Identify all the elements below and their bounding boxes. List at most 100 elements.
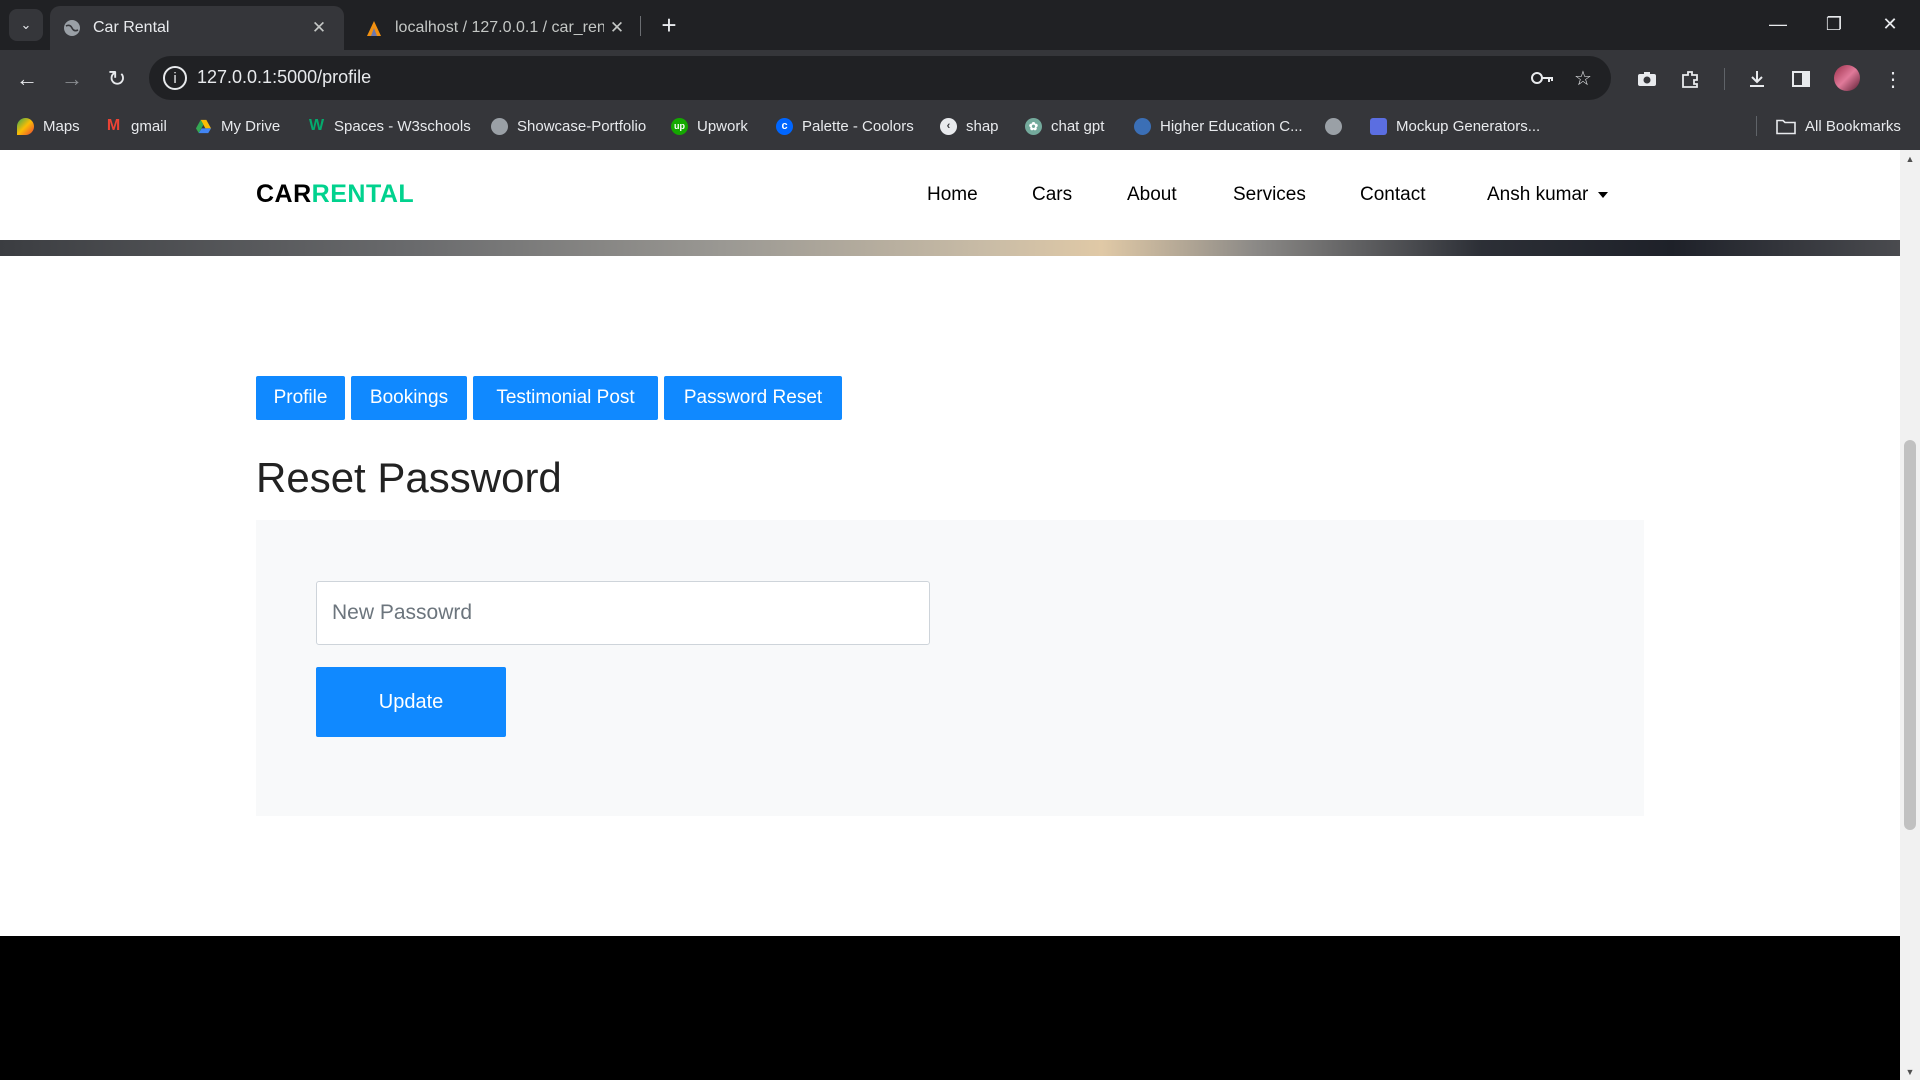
tab-title: Car Rental	[93, 19, 170, 36]
bookmark-higher-education[interactable]: Higher Education C...	[1134, 108, 1303, 144]
reset-password-form: Update	[256, 520, 1644, 816]
bookmark-label: chat gpt	[1051, 117, 1105, 135]
user-name: Ansh kumar	[1487, 184, 1589, 205]
education-icon	[1134, 117, 1151, 135]
page-scrollbar[interactable]: ▲ ▼	[1900, 150, 1920, 1080]
browser-toolbar: ← → ↻ i 127.0.0.1:5000/profile ☆ ⋮	[0, 50, 1920, 108]
bookmark-label: Higher Education C...	[1160, 117, 1303, 135]
globe-icon	[491, 117, 508, 135]
tab-profile[interactable]: Profile	[256, 376, 345, 420]
site-logo[interactable]: CARRENTAL	[256, 180, 414, 209]
nav-services[interactable]: Services	[1233, 184, 1306, 206]
extensions-icon[interactable]	[1675, 64, 1705, 94]
nav-home[interactable]: Home	[927, 184, 978, 206]
bookmark-label: gmail	[131, 117, 167, 135]
camera-icon[interactable]	[1632, 64, 1662, 94]
new-tab-button[interactable]: +	[652, 9, 686, 41]
reload-icon: ↻	[107, 66, 127, 91]
arrow-left-icon: ←	[16, 66, 38, 91]
minimize-icon: —	[1769, 13, 1787, 34]
tab-title: localhost / 127.0.0.1 / car_rental	[395, 19, 604, 36]
bookmark-label: My Drive	[221, 117, 281, 135]
download-icon[interactable]	[1742, 64, 1772, 94]
browser-tabstrip: ⌄ Car Rental ✕ localhost / 127.0.0.1 / c…	[0, 0, 1920, 50]
nav-cars[interactable]: Cars	[1032, 184, 1072, 206]
bookmark-shap[interactable]: ‹ shap	[940, 108, 999, 144]
phpmyadmin-icon	[367, 21, 381, 36]
bookmark-showcase-portfolio[interactable]: Showcase-Portfolio	[491, 108, 646, 144]
bookmark-mockup-generators[interactable]: Mockup Generators...	[1370, 108, 1540, 144]
coolors-icon: c	[776, 117, 793, 135]
all-bookmarks-button[interactable]: All Bookmarks	[1776, 108, 1901, 144]
bookmarks-divider	[1756, 116, 1757, 136]
tab-car-rental[interactable]: Car Rental ✕	[50, 6, 344, 50]
nav-about[interactable]: About	[1127, 184, 1177, 206]
nav-contact[interactable]: Contact	[1360, 184, 1425, 206]
tab-testimonial-post[interactable]: Testimonial Post	[473, 376, 658, 420]
chatgpt-icon: ✿	[1025, 117, 1042, 135]
maps-icon	[17, 117, 34, 135]
site-info-icon[interactable]: i	[163, 66, 187, 90]
bookmark-label: Spaces - W3schools	[334, 117, 471, 135]
bookmark-coolors[interactable]: c Palette - Coolors	[776, 108, 914, 144]
bookmark-my-drive[interactable]: My Drive	[195, 108, 280, 144]
minimize-button[interactable]: —	[1750, 0, 1806, 48]
toolbar-divider	[1724, 68, 1725, 90]
folder-icon	[1776, 119, 1796, 134]
plus-icon: +	[661, 9, 677, 40]
gmail-icon: M	[106, 117, 121, 134]
tab-bookings[interactable]: Bookings	[351, 376, 467, 420]
shap-icon: ‹	[940, 117, 957, 135]
bookmark-label: Maps	[43, 117, 80, 135]
bookmark-label: Upwork	[697, 117, 748, 135]
scroll-up-icon[interactable]: ▲	[1900, 150, 1920, 167]
side-panel-icon[interactable]	[1786, 64, 1816, 94]
scrollbar-thumb[interactable]	[1904, 440, 1916, 830]
caret-down-icon	[1598, 191, 1609, 198]
url-text[interactable]: 127.0.0.1:5000/profile	[197, 67, 371, 88]
close-window-button[interactable]: ✕	[1862, 0, 1918, 48]
close-tab-icon[interactable]: ✕	[306, 18, 332, 38]
new-password-input[interactable]	[316, 581, 930, 645]
profile-avatar[interactable]	[1834, 65, 1860, 91]
logo-part-car: CAR	[256, 180, 312, 208]
bookmark-maps[interactable]: Maps	[17, 108, 80, 144]
bookmark-label: shap	[966, 117, 999, 135]
upwork-icon: up	[671, 117, 688, 135]
more-menu-icon[interactable]: ⋮	[1878, 64, 1908, 94]
tab-divider	[640, 16, 641, 36]
user-dropdown[interactable]: Ansh kumar	[1487, 184, 1609, 206]
bookmark-globe[interactable]	[1325, 108, 1342, 144]
scroll-down-icon[interactable]: ▼	[1900, 1063, 1920, 1080]
mockup-icon	[1370, 117, 1387, 135]
bookmark-upwork[interactable]: up Upwork	[671, 108, 748, 144]
address-bar[interactable]: i 127.0.0.1:5000/profile ☆	[149, 56, 1611, 100]
bookmark-gmail[interactable]: M gmail	[105, 108, 167, 144]
forward-button[interactable]: →	[54, 61, 90, 97]
site-footer	[0, 936, 1900, 1080]
bookmarks-bar: Maps M gmail My Drive W Spaces - W3schoo…	[0, 108, 1920, 150]
bookmark-label: Showcase-Portfolio	[517, 117, 647, 135]
reload-button[interactable]: ↻	[99, 61, 135, 97]
bookmark-w3schools[interactable]: W Spaces - W3schools	[308, 108, 471, 144]
globe-icon	[64, 20, 80, 36]
close-icon: ✕	[1882, 13, 1898, 34]
globe-icon	[1325, 117, 1342, 135]
page-viewport: CARRENTAL Home Cars About Services Conta…	[0, 150, 1900, 1080]
restore-icon: ❐	[1825, 13, 1843, 34]
hero-image-strip	[0, 240, 1900, 256]
tab-search-button[interactable]: ⌄	[9, 9, 43, 41]
page-title: Reset Password	[256, 454, 562, 501]
update-button[interactable]: Update	[316, 667, 506, 737]
chevron-down-icon: ⌄	[20, 17, 32, 32]
arrow-right-icon: →	[61, 66, 83, 91]
close-tab-icon[interactable]: ✕	[604, 18, 630, 38]
password-key-icon[interactable]	[1530, 66, 1556, 90]
restore-button[interactable]: ❐	[1806, 0, 1862, 48]
tab-phpmyadmin[interactable]: localhost / 127.0.0.1 / car_rental ✕	[352, 6, 642, 50]
bookmark-chat-gpt[interactable]: ✿ chat gpt	[1025, 108, 1104, 144]
w3schools-icon: W	[308, 117, 325, 134]
tab-password-reset[interactable]: Password Reset	[664, 376, 842, 420]
back-button[interactable]: ←	[9, 61, 45, 97]
bookmark-star-icon[interactable]: ☆	[1570, 66, 1596, 90]
